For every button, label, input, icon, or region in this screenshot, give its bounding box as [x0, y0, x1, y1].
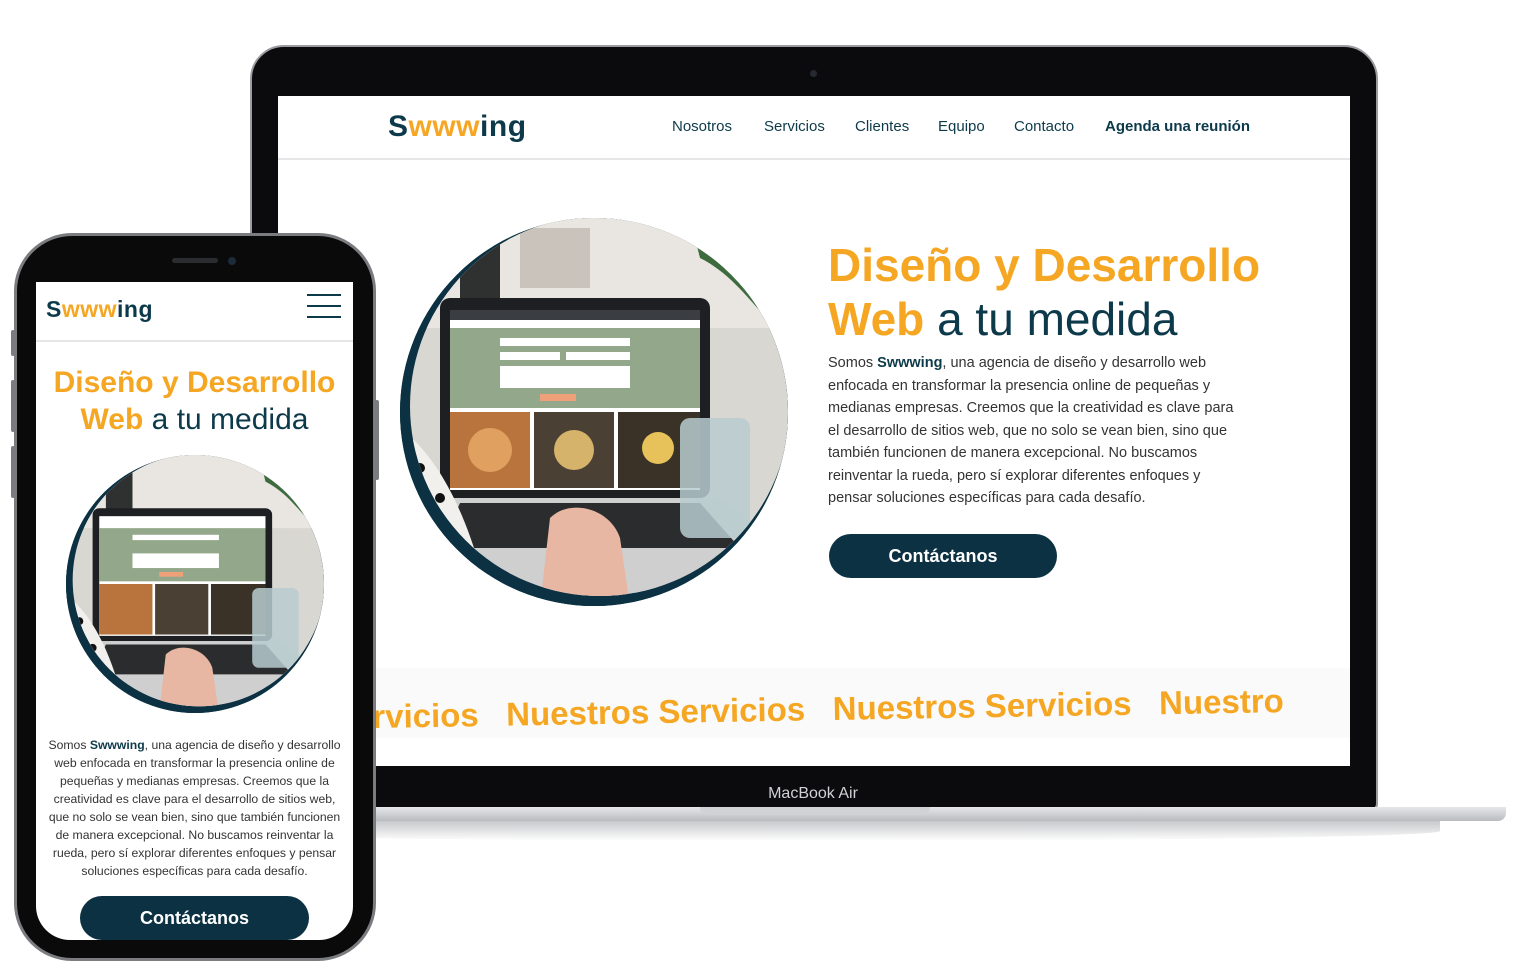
hero-description: Somos Swwwing, una agencia de diseño y d… — [828, 355, 1234, 506]
nav-clientes[interactable]: Clientes — [855, 118, 909, 135]
mobile-hero-image — [66, 455, 324, 713]
phone-front-camera — [228, 257, 236, 265]
phone-screen: Swwwing Diseño y Desarrollo Web a tu med… — [36, 282, 353, 940]
mobile-hero-description: Somos Swwwing, una agencia de diseño y d… — [48, 738, 341, 878]
laptop-camera — [810, 70, 817, 77]
mobile-hero-title: Diseño y Desarrollo Web a tu medida — [53, 366, 336, 436]
hamburger-menu-icon[interactable] — [307, 294, 341, 327]
nav-equipo[interactable]: Equipo — [938, 118, 985, 135]
mobile-logo[interactable]: Swwwing — [46, 296, 153, 323]
contact-button[interactable]: Contáctanos — [829, 534, 1057, 578]
phone-mute-switch — [11, 330, 15, 356]
laptop-screen: Swwwing Nosotros Servicios Clientes Equi… — [278, 96, 1350, 766]
phone-power-button — [375, 400, 379, 480]
marquee-text: rvicios Nuestros Servicios Nuestros Serv… — [372, 682, 1285, 735]
nav-schedule-meeting[interactable]: Agenda una reunión — [1105, 118, 1250, 135]
services-marquee: rvicios Nuestros Servicios Nuestros Serv… — [278, 668, 1350, 738]
laptop-base-notch — [700, 807, 930, 815]
phone-speaker — [172, 258, 218, 263]
mobile-contact-button[interactable]: Contáctanos — [80, 896, 309, 940]
site-header: Swwwing Nosotros Servicios Clientes Equi… — [278, 96, 1350, 160]
device-label: MacBook Air — [768, 785, 858, 802]
site-logo[interactable]: Swwwing — [388, 110, 527, 144]
hero-title: Diseño y Desarrollo Web a tu medida — [828, 239, 1261, 345]
nav-contacto[interactable]: Contacto — [1014, 118, 1074, 135]
mobile-header: Swwwing — [36, 282, 353, 342]
phone-volume-up — [11, 380, 15, 432]
hero-image — [400, 218, 788, 606]
nav-nosotros[interactable]: Nosotros — [672, 118, 732, 135]
phone-volume-down — [11, 446, 15, 498]
nav-servicios[interactable]: Servicios — [764, 118, 825, 135]
